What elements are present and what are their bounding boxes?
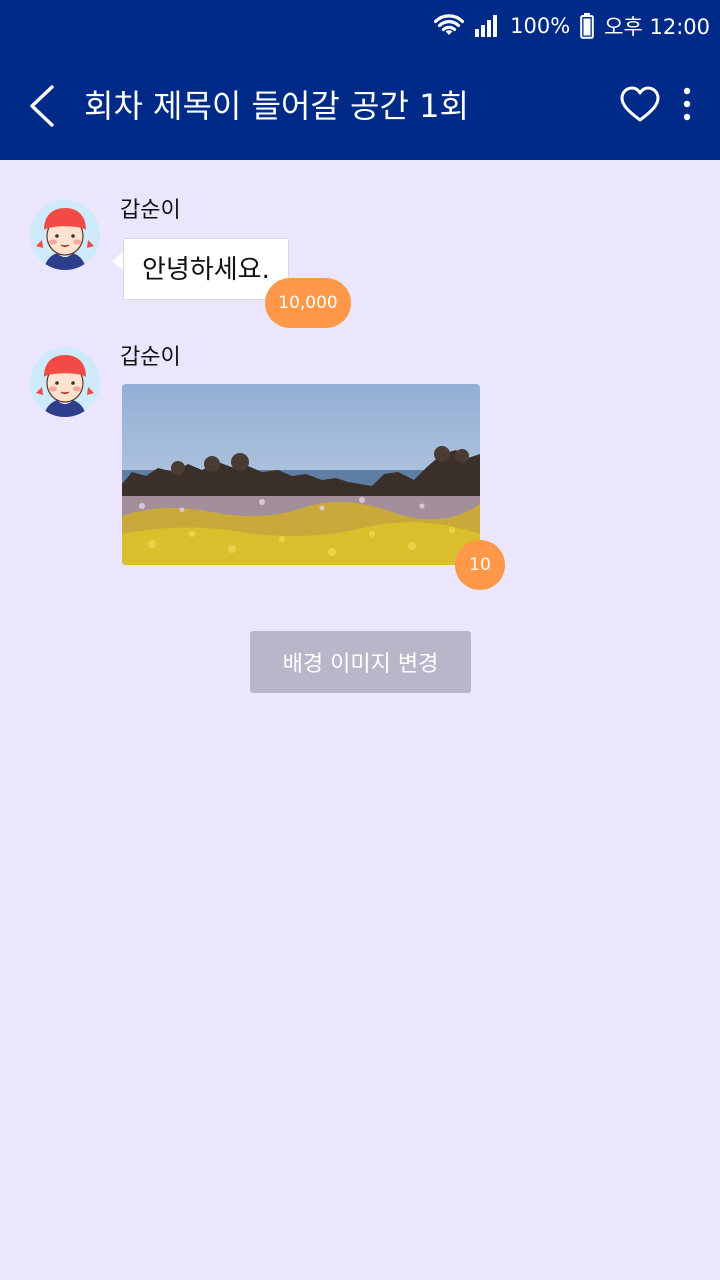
app-top-bar: 100% 오후 12:00 회차 제목이 들어갈 공간 1회 [0,0,720,160]
avatar[interactable] [30,200,100,270]
reward-badge[interactable]: 10 [455,540,505,590]
message-photo[interactable] [122,384,480,565]
clock: 오후 12:00 [604,15,710,39]
sender-name: 갑순이 [120,198,181,223]
battery-icon [580,13,594,39]
more-vertical-icon[interactable] [678,85,696,125]
chevron-left-icon[interactable] [26,84,60,128]
wifi-icon [434,14,465,35]
status-bar: 100% 오후 12:00 [434,10,710,42]
page-title: 회차 제목이 들어갈 공간 1회 [84,87,469,125]
chat-header: 회차 제목이 들어갈 공간 1회 [0,60,720,150]
sender-name: 갑순이 [120,345,181,370]
heart-outline-icon[interactable] [618,85,662,125]
signal-icon [475,15,498,37]
avatar[interactable] [30,347,100,417]
girl-avatar-icon [30,347,100,417]
landscape-photo [122,384,480,565]
reward-badge[interactable]: 10,000 [265,278,351,328]
battery-percent: 100% [510,14,571,38]
message-bubble[interactable]: 안녕하세요. [123,238,289,300]
girl-avatar-icon [30,200,100,270]
change-background-button[interactable]: 배경 이미지 변경 [250,631,471,693]
